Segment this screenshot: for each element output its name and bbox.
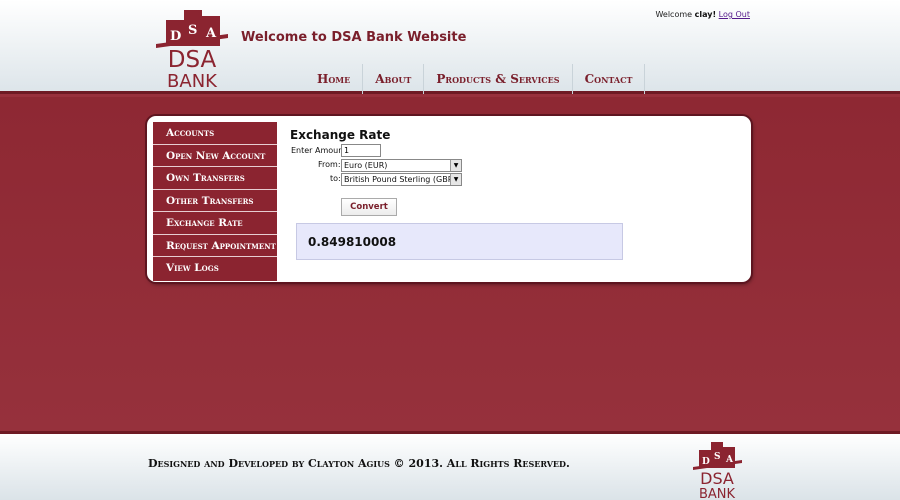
from-currency-value: Euro (EUR) — [344, 161, 388, 170]
sidebar-item-exchange-rate[interactable]: Exchange Rate — [153, 212, 277, 235]
exchange-rate-form: Exchange Rate Enter Amount From: Euro (E… — [290, 128, 740, 260]
footer-logo: D S A DSA BANK — [690, 438, 745, 500]
svg-text:D: D — [702, 457, 710, 467]
svg-text:DSA: DSA — [168, 47, 217, 73]
dropdown-arrow-icon[interactable]: ▼ — [450, 174, 461, 185]
footer-copyright: Designed and Developed by Clayton Agius … — [148, 457, 570, 470]
logout-link[interactable]: Log Out — [719, 10, 750, 19]
svg-text:A: A — [205, 26, 217, 41]
svg-text:DSA: DSA — [700, 469, 734, 488]
svg-text:D: D — [170, 29, 181, 44]
sidebar-item-view-logs[interactable]: View Logs — [153, 257, 277, 281]
nav-products-services[interactable]: Products & Services — [424, 64, 573, 94]
svg-text:S: S — [188, 23, 197, 38]
nav-about[interactable]: About — [363, 64, 425, 94]
svg-text:A: A — [725, 455, 734, 465]
svg-text:BANK: BANK — [699, 487, 736, 500]
site-header: D S A DSA BANK Welcome to DSA Bank Websi… — [0, 0, 900, 94]
user-info: Welcome clay! Log Out — [655, 10, 750, 19]
sidebar-item-accounts[interactable]: Accounts — [153, 122, 277, 145]
user-greeting: Welcome — [655, 10, 693, 19]
amount-row: Enter Amount — [290, 144, 740, 158]
amount-label: Enter Amount — [291, 146, 347, 155]
svg-text:S: S — [714, 452, 721, 462]
convert-button[interactable]: Convert — [341, 198, 397, 216]
top-navigation: Home About Products & Services Contact — [305, 64, 646, 94]
sidebar-item-open-new-account[interactable]: Open New Account — [153, 144, 277, 167]
from-row: From: Euro (EUR) ▼ — [290, 158, 740, 172]
sidebar-item-request-appointment[interactable]: Request Appointment — [153, 234, 277, 257]
to-row: to: British Pound Sterling (GBP) ▼ — [290, 172, 740, 186]
to-currency-select[interactable]: British Pound Sterling (GBP) ▼ — [341, 173, 462, 186]
dsa-bank-logo[interactable]: D S A DSA BANK — [152, 4, 232, 92]
amount-input[interactable] — [341, 144, 381, 157]
site-footer: Designed and Developed by Clayton Agius … — [0, 431, 900, 500]
sidebar-item-own-transfers[interactable]: Own Transfers — [153, 167, 277, 190]
from-currency-select[interactable]: Euro (EUR) ▼ — [341, 159, 462, 172]
sidebar-menu: Accounts Open New Account Own Transfers … — [153, 122, 277, 281]
svg-text:BANK: BANK — [167, 71, 218, 90]
sidebar-item-other-transfers[interactable]: Other Transfers — [153, 189, 277, 212]
from-label: From: — [318, 160, 341, 169]
username: clay! — [694, 10, 717, 19]
welcome-title: Welcome to DSA Bank Website — [241, 30, 467, 45]
bank-building-icon: D S A DSA BANK — [156, 10, 228, 92]
to-label: to: — [330, 174, 341, 183]
dropdown-arrow-icon[interactable]: ▼ — [450, 160, 461, 171]
page-title: Exchange Rate — [290, 128, 391, 142]
nav-home[interactable]: Home — [305, 64, 364, 94]
conversion-result: 0.849810008 — [296, 223, 623, 260]
bank-building-icon: D S A DSA BANK — [693, 442, 742, 500]
to-currency-value: British Pound Sterling (GBP) — [344, 175, 456, 184]
content-panel: Accounts Open New Account Own Transfers … — [147, 116, 751, 282]
nav-contact[interactable]: Contact — [573, 64, 646, 94]
